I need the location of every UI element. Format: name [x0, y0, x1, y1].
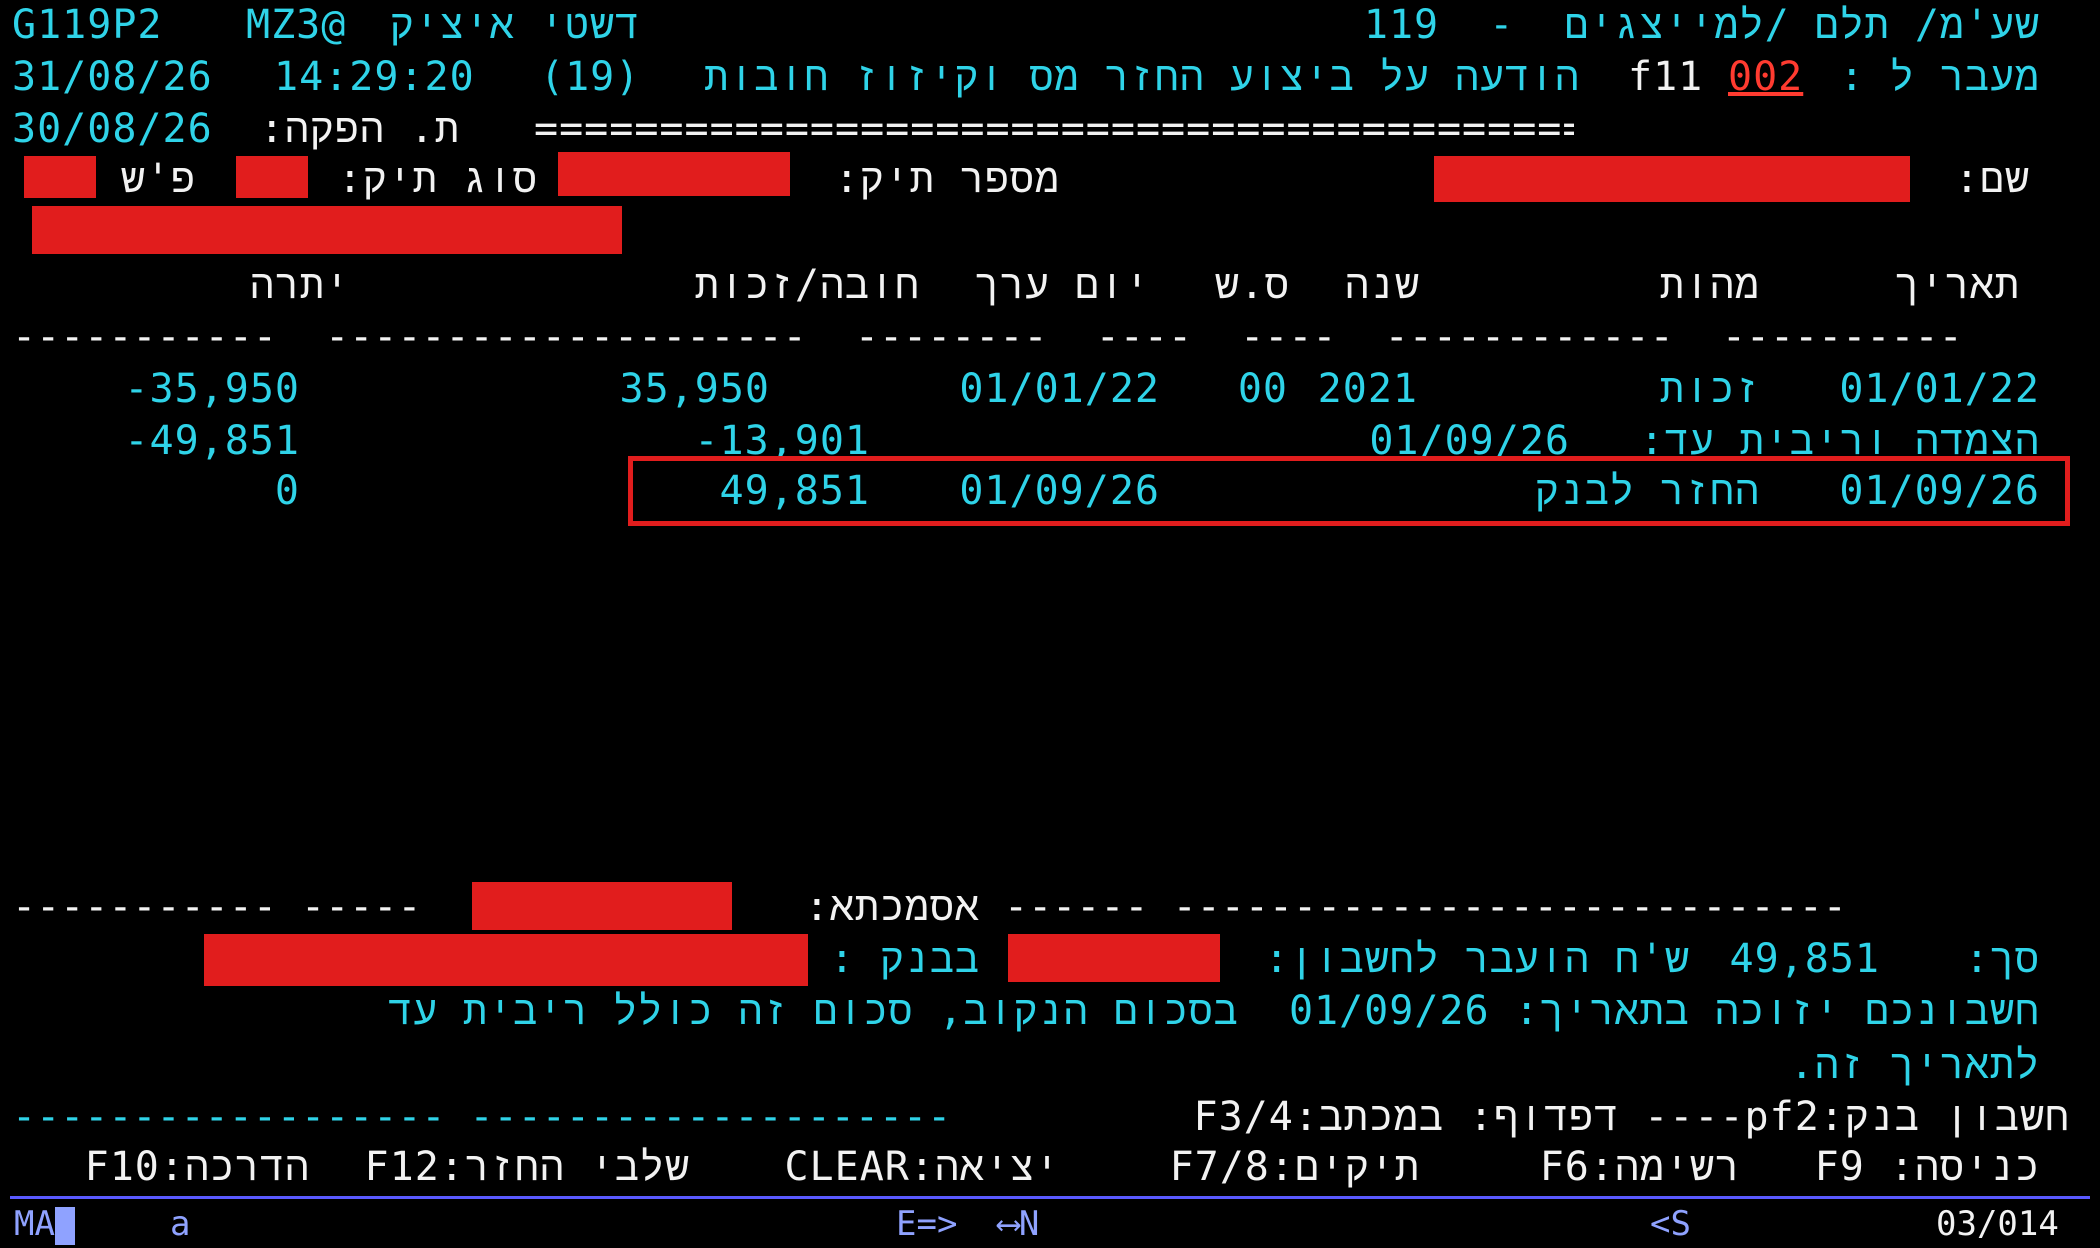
redacted-account-number [1008, 934, 1220, 982]
total-label: סך: [1964, 936, 2040, 982]
app-title: שע'מ/ תלם /למייצגים - 119 [1363, 2, 2040, 48]
reference-label: אסמכתא: [804, 884, 980, 930]
row-balance: -35,950 [124, 366, 300, 412]
fkey-entry[interactable]: כניסה: F9 [1780, 1142, 2040, 1192]
row-debit-credit: 49,851 [719, 468, 870, 514]
file-type-label: סוג תיק: [337, 156, 538, 202]
total-value: 49,851 [1729, 936, 1880, 982]
row-year: 2021 [1317, 366, 1418, 412]
fkey-refund-stages[interactable]: שלבי החזר:F12 [340, 1142, 690, 1192]
ps-label: פ'ש [120, 156, 196, 202]
col-header-debit-credit: חובה/זכות [694, 262, 920, 308]
row-value-date: 01/09/26 [959, 468, 1160, 514]
fkeys-row1: חשבון בנק:pf2---- דפדוף: במכתב:F3/4 [1193, 1094, 2070, 1140]
issue-date-label: ת. הפקה: [259, 106, 460, 152]
redacted-file-number [558, 152, 790, 196]
status-mode: MA [14, 1202, 75, 1246]
col-header-ss: ס.ש [1214, 262, 1290, 308]
user-id: MZ3@ [246, 2, 347, 48]
status-position: 03/014 [1936, 1204, 2059, 1244]
current-date: 31/08/26 [12, 54, 213, 100]
goto-label: מעבר ל : [1839, 54, 2040, 100]
col-header-date: תאריך [1894, 262, 2020, 308]
fkey-help[interactable]: הדרכה:F10 [60, 1142, 310, 1192]
redacted-bank-name [204, 934, 808, 986]
fkey-files[interactable]: תיקים:F7/8 [1150, 1142, 1420, 1192]
col-header-nature: מהות [1659, 262, 1760, 308]
goto-value[interactable]: 002 [1728, 54, 1803, 100]
goto-input[interactable]: 002 [1728, 52, 1803, 102]
name-label: שם: [1954, 156, 2030, 202]
row-value-date: 01/01/22 [959, 366, 1160, 412]
col-header-year: שנה [1344, 262, 1420, 308]
row-date: 01/01/22 [1839, 366, 2040, 412]
col-header-balance: יתרה [249, 262, 350, 308]
reference-dashes-right: ------ ---------------------------- [1004, 884, 1847, 930]
message-line-2: לתאריך זה. [1789, 1042, 2040, 1088]
col-header-value-date: יום ערך [974, 262, 1150, 308]
row-debit-credit: 35,950 [619, 366, 770, 412]
row-balance: -49,851 [124, 418, 300, 464]
screen-code: (19) [540, 54, 641, 100]
transfer-text: ש'ח הועבר לחשבון: [1264, 936, 1690, 982]
status-indicator: a [170, 1204, 191, 1244]
reference-dashes-left: ----------- ----- [12, 884, 422, 930]
status-arrows: E=> ⟷N [896, 1204, 1040, 1244]
redacted-name [1434, 156, 1910, 202]
status-s-indicator: <S [1650, 1204, 1691, 1244]
bank-label: בבנק : [829, 936, 980, 982]
message-line-1: חשבונכם יזוכה בתאריך: 01/09/26 בסכום הנק… [388, 988, 2040, 1034]
redacted-ps-value [24, 156, 96, 198]
program-id: G119P2 [12, 2, 163, 48]
redacted-file-type [236, 156, 308, 198]
row-nature: זכות [1659, 366, 1760, 412]
row-date: 01/09/26 [1839, 468, 2040, 514]
redacted-address [32, 206, 622, 254]
issue-date: 30/08/26 [12, 106, 213, 152]
header-underline: ----------- -------------------- -------… [12, 314, 1963, 360]
fkey-exit[interactable]: יציאה:CLEAR [760, 1142, 1060, 1192]
row-balance: 0 [274, 468, 300, 514]
user-name: דשטי איציק [389, 2, 640, 48]
redacted-reference [472, 882, 732, 930]
status-divider [10, 1196, 2090, 1199]
function-key-label: f11 [1628, 54, 1704, 100]
fkey-list[interactable]: רשימה:F6 [1500, 1142, 1740, 1192]
fkeys-dashes: ------------------ -------------------- [12, 1094, 952, 1140]
file-number-label: מספר תיק: [834, 156, 1060, 202]
row-nature: החזר לבנק [1534, 468, 1760, 514]
row-ss: 00 [1237, 366, 1288, 412]
current-time: 14:29:20 [274, 54, 475, 100]
cursor-block [54, 1206, 75, 1245]
header-separator: ========================================… [534, 106, 1574, 152]
screen-title: הודעה על ביצוע החזר מס וקיזוז חובות [704, 54, 1580, 100]
